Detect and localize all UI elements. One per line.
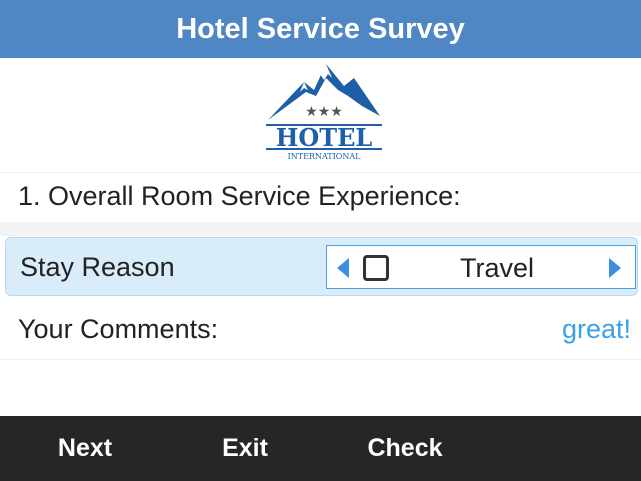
arrow-right-icon[interactable] <box>609 258 621 278</box>
question-label: 1. Overall Room Service Experience: <box>18 181 461 211</box>
next-button[interactable]: Next <box>5 416 165 481</box>
divider <box>0 222 641 236</box>
page-title: Hotel Service Survey <box>176 12 465 45</box>
logo-text-main: HOTEL <box>276 123 373 152</box>
comments-row[interactable]: Your Comments: great! <box>0 298 641 360</box>
comments-value[interactable]: great! <box>562 298 631 360</box>
hotel-mountain-logo-icon: ★★★ HOTEL INTERNATIONAL <box>266 64 382 161</box>
exit-button[interactable]: Exit <box>165 416 325 481</box>
logo-text-sub: INTERNATIONAL <box>288 152 362 161</box>
logo-stars: ★★★ <box>305 104 343 120</box>
stay-reason-value: Travel <box>459 252 534 283</box>
comments-label: Your Comments: <box>18 313 219 344</box>
title-bar: Hotel Service Survey <box>0 0 641 58</box>
hotel-logo: ★★★ HOTEL INTERNATIONAL <box>262 60 386 164</box>
stay-reason-selector[interactable]: Travel <box>326 245 636 289</box>
stay-reason-checkbox[interactable] <box>363 255 389 281</box>
stay-reason-label: Stay Reason <box>20 252 175 282</box>
arrow-left-icon[interactable] <box>337 258 349 278</box>
question-row: 1. Overall Room Service Experience: <box>0 172 641 220</box>
check-button[interactable]: Check <box>325 416 485 481</box>
stay-reason-row[interactable]: Stay Reason Travel <box>5 237 638 296</box>
softkey-bar: Next Exit Check <box>0 416 641 481</box>
